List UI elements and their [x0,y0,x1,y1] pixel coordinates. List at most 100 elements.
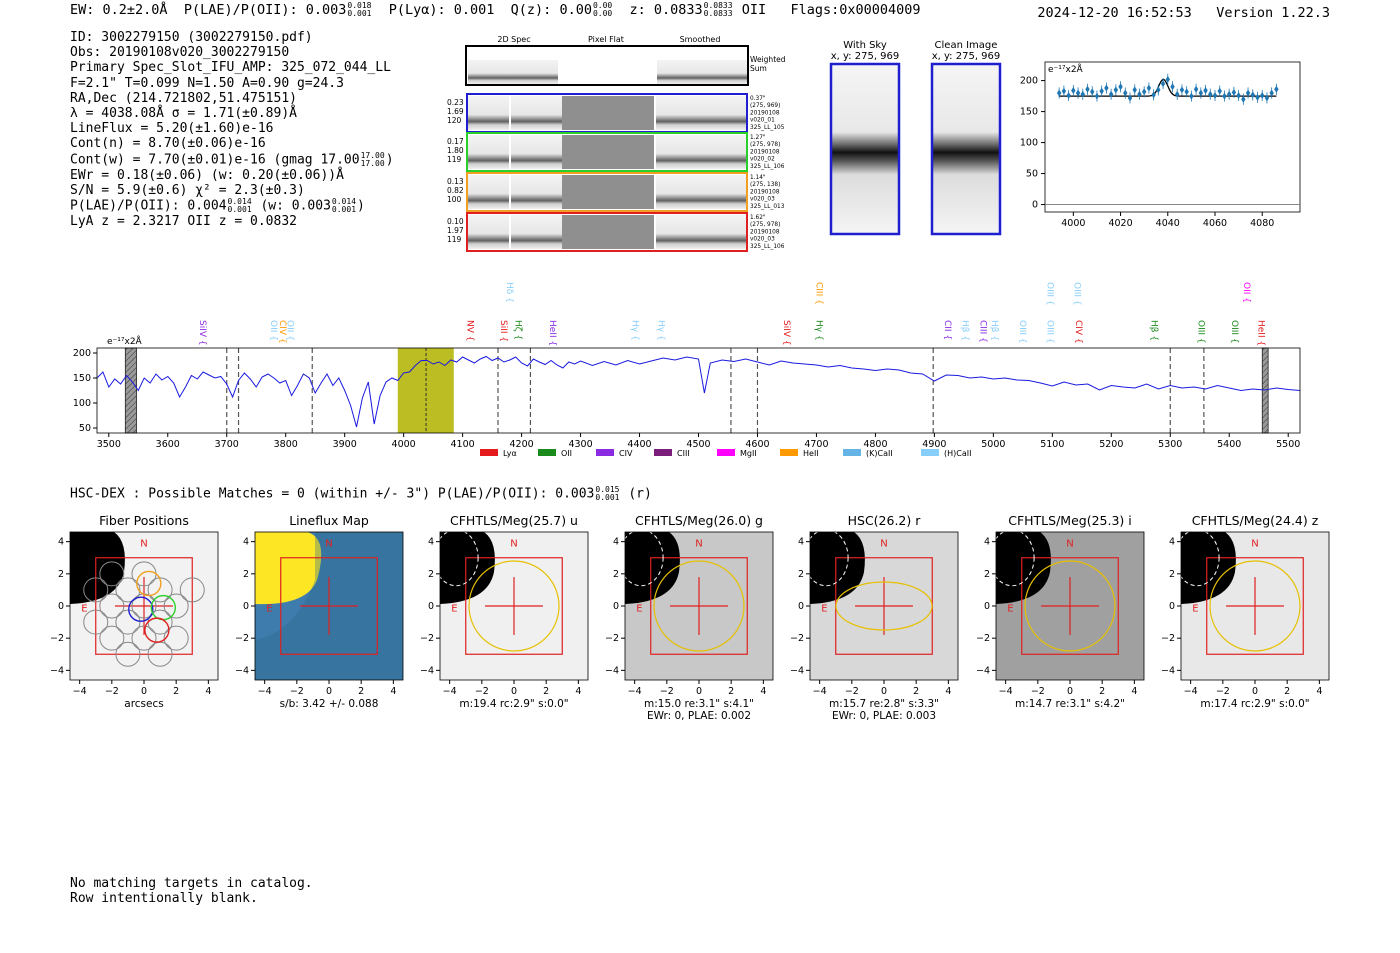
line-id-label: Hβ { [960,320,970,341]
legend-label: OII [561,449,572,458]
imaging-ytick-label: −2 [420,633,434,644]
note-blank-row: Row intentionally blank. [70,891,258,906]
imaging-caption-2: EWr: 0, PLAE: 0.003 [832,710,936,722]
legend-swatch [538,449,556,456]
spectrum-xtick-label: 5100 [1040,439,1064,450]
hsc-range: 0.015 0.001 [595,485,620,502]
line-id-label: CII { [942,320,952,340]
cutout-header: Pixel Flat [588,35,624,44]
imaging-xtick-label: −2 [845,686,859,697]
imaging-caption: s/b: 3.42 +/- 0.088 [280,698,379,710]
fiber-smooth-image [656,96,746,130]
east-label: E [1007,604,1013,615]
line-id-label: OII { [284,320,294,341]
spectrum-xtick-label: 3800 [274,439,298,450]
imaging-panels: Fiber Positions N E −4 −4 −2 −2 0 0 2 2 4 4 arcsecs Li… [50,513,1330,722]
zoom-line-chart: e⁻¹⁷x2Å 4000 4020 4040 4060 4080 0 50 100 150 200 [1020,61,1301,229]
imaging-xtick-label: 4 [760,686,766,697]
sky-panel-title: Clean Image [935,40,998,51]
fiber-right-value: v020_03 [750,237,775,243]
masked-region [124,347,137,434]
fiber-left-value: 0.82 [447,186,464,195]
legend-swatch [596,449,614,456]
note-no-match: No matching targets in catalog. [70,876,313,891]
fiber-left-value: 1.69 [447,107,464,116]
legend-swatch [921,449,939,456]
imaging-xtick-label: 0 [141,686,147,697]
spectrum-unit-label: e⁻¹⁷x2Å [107,335,143,347]
line-id-label: OIII { [1196,320,1206,344]
spectrum-ytick-label: 100 [73,398,91,409]
fiber-right-value: 325_LL_013 [750,204,785,210]
imaging-ytick-label: 4 [984,537,990,548]
imaging-ytick-label: −2 [50,633,64,644]
cutout-header: Smoothed [680,35,721,44]
line-id-label: HeII { [547,320,557,346]
sky-panel-title: With Sky [843,40,887,51]
imaging-xtick-label: −2 [105,686,119,697]
line-id-label: CIII { [977,320,987,343]
weighted-sum-spec [468,60,558,84]
sky-panel-coords: x, y: 275, 969 [932,51,1001,62]
fiber-right-value: 20190108 [750,110,780,116]
line-id-label: Hβ { [1148,320,1158,341]
line-id-label: SiII { [498,320,508,342]
legend-label: (K)CaII [866,449,893,458]
imaging-xtick-label: −2 [1216,686,1230,697]
legend-label: (H)CaII [944,449,971,458]
imaging-xtick-label: 4 [1316,686,1322,697]
imaging-xtick-label: 2 [728,686,734,697]
imaging-panel-title: Fiber Positions [99,513,189,528]
line-id-label: SiIV { [781,320,791,346]
line-id-label: Hβ { [989,320,999,341]
fiber-smooth-image [656,175,746,209]
fiber-flat-image [562,135,654,169]
zoom-ytick-label: 150 [1020,107,1038,118]
north-label: N [695,538,702,549]
line-id-label: Hζ { [513,320,523,340]
imaging-xtick-label: −4 [1184,686,1198,697]
fiber-left-value: 120 [447,116,462,125]
imaging-ytick-label: 2 [613,569,619,580]
imaging-caption-2: EWr: 0, PLAE: 0.002 [647,710,751,722]
figure-canvas: 2D Spec Pixel Flat Smoothed WeightedSum 0.23… [50,35,1330,722]
line-id-label: Hγ { [629,320,639,341]
imaging-xtick-label: 2 [543,686,549,697]
fiber-smooth-image [656,215,746,249]
spectrum-xtick-label: 4100 [451,439,475,450]
spectrum-xtick-label: 5500 [1276,439,1300,450]
imaging-ytick-label: 0 [613,601,619,612]
masked-region [1261,347,1269,434]
imaging-ytick-label: 2 [428,569,434,580]
sky-panel-image [829,62,901,236]
fiber-right-value: (275, 969) [750,103,780,109]
sky-panel-image [930,62,1002,236]
legend-label: Lyα [503,449,517,458]
imaging-xtick-label: 4 [575,686,581,697]
imaging-ytick-label: 0 [243,601,249,612]
line-id-label: NV { [464,320,474,341]
imaging-ytick-label: 2 [798,569,804,580]
line-id-label: OII { [268,320,278,341]
spectrum-xtick-label: 3700 [215,439,239,450]
hsc-dex-summary: HSC-DEX : Possible Matches = 0 (within +… [70,486,652,502]
imaging-xtick-label: −2 [475,686,489,697]
fiber-spec-image [468,215,562,249]
sky-panels: With Skyx, y: 275, 969Clean Imagex, y: 2… [829,40,1002,236]
north-label: N [510,538,517,549]
imaging-ytick-label: 0 [984,601,990,612]
imaging-ytick-label: −2 [605,633,619,644]
imaging-panel-title: CFHTLS/Meg(24.4) z [1192,513,1319,528]
imaging-xtick-label: −4 [628,686,642,697]
fiber-spec-image [468,96,562,130]
imaging-ytick-label: −2 [976,633,990,644]
fiber-left-value: 119 [447,155,462,164]
catalog-notes: No matching targets in catalog. Row inte… [70,876,313,906]
imaging-caption: m:17.4 rc:2.9" s:0.0" [1200,698,1309,710]
line-id-label: OIII { [1229,320,1239,344]
legend-label: HeII [803,449,819,458]
spectrum-ytick-label: 200 [73,348,91,359]
fiber-right-value: 20190108 [750,189,780,195]
imaging-panel-title: HSC(26.2) r [848,513,922,528]
north-label: N [1066,538,1073,549]
